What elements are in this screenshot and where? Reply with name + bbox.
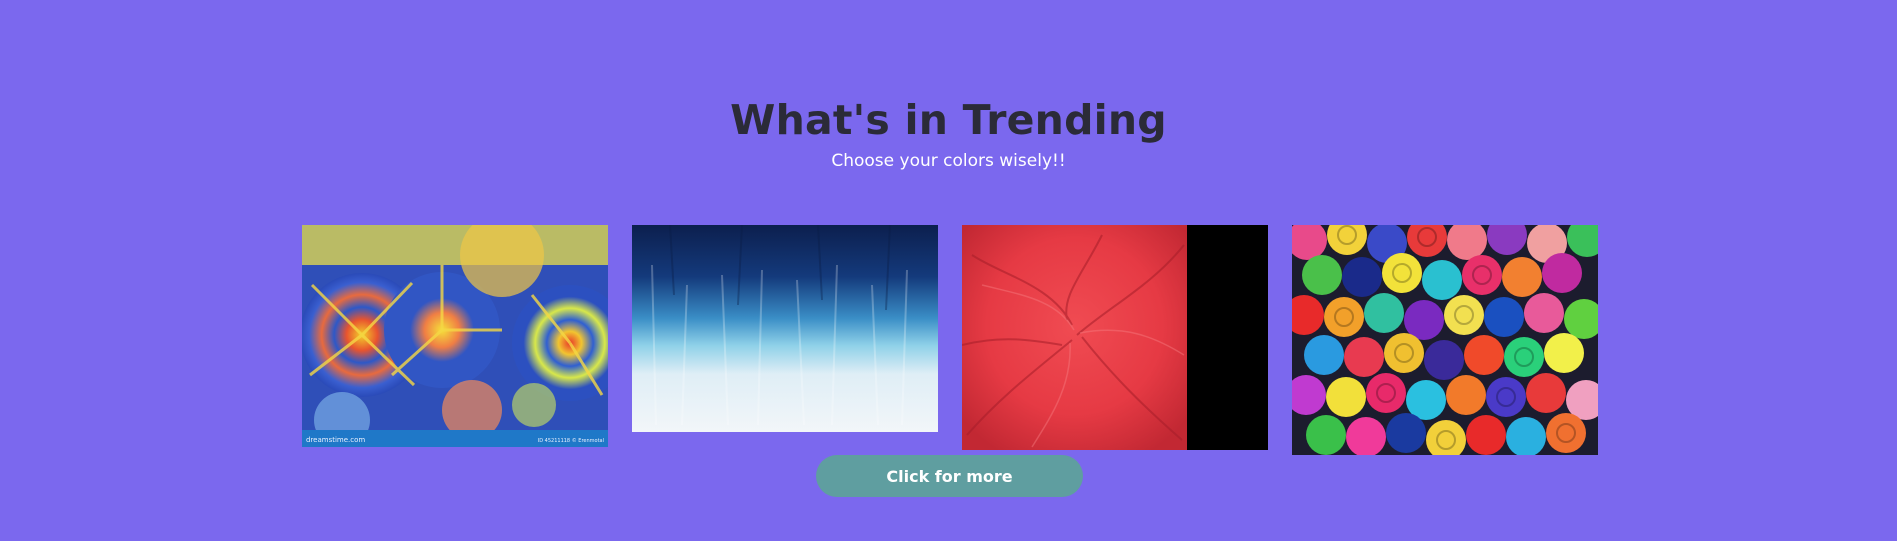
product-image-rolled-fabrics[interactable] [1292, 225, 1598, 455]
click-for-more-button[interactable]: Click for more [816, 455, 1083, 497]
watermark-right: ID 45211118 © Erenmotal [538, 437, 604, 444]
tie-dye-image: dreamstime.com ID 45211118 © Erenmotal [302, 225, 608, 447]
product-image-tie-dye[interactable]: dreamstime.com ID 45211118 © Erenmotal [302, 225, 608, 447]
product-image-blue-ombre[interactable] [632, 225, 938, 432]
trending-section: What's in Trending Choose your colors wi… [0, 0, 1897, 541]
section-subtitle: Choose your colors wisely!! [831, 151, 1066, 171]
product-image-red-silk[interactable] [962, 225, 1268, 450]
blue-ombre-image [632, 225, 938, 432]
watermark-left: dreamstime.com [306, 436, 365, 444]
rolled-fabrics-image [1292, 225, 1598, 455]
red-silk-image [962, 225, 1268, 450]
section-title: What's in Trending [730, 96, 1167, 144]
